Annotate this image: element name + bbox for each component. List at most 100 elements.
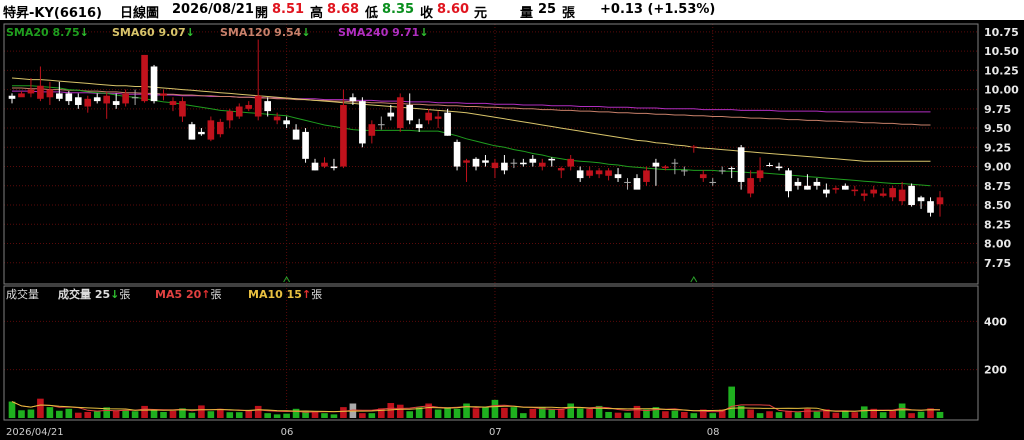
candle-body xyxy=(65,93,73,102)
candle-body xyxy=(396,97,404,129)
candle-body xyxy=(56,93,63,99)
low-label: 低 xyxy=(365,6,379,20)
volume-bar xyxy=(747,409,754,418)
volume-label: 量 xyxy=(520,6,534,20)
volume-unit: 張 xyxy=(562,6,576,20)
volume-bar xyxy=(27,409,35,418)
candle-body xyxy=(27,89,35,94)
candle-body xyxy=(160,93,167,96)
volume-bar xyxy=(898,403,906,418)
volume-bar xyxy=(889,410,896,418)
candle-body xyxy=(595,170,603,175)
volume-bar xyxy=(775,412,783,418)
volume-bar xyxy=(586,408,593,418)
legend-sma60: SMA60 9.07↓ xyxy=(112,26,195,39)
candle-body xyxy=(330,166,338,169)
candle-body xyxy=(889,188,896,198)
volume-value: 25 xyxy=(538,2,557,17)
price-tick-label: 10.75 xyxy=(984,26,1019,39)
triangle-marker-icon xyxy=(690,276,698,283)
candle-body xyxy=(538,162,546,167)
candle-body xyxy=(870,189,878,194)
volume-bar xyxy=(217,408,224,418)
price-tick-label: 10.50 xyxy=(984,45,1019,58)
legend-sma240: SMA240 9.71↓ xyxy=(338,26,429,39)
price-tick-label: 9.00 xyxy=(984,161,1011,174)
volume-tick-label: 200 xyxy=(984,364,1007,377)
candle-body xyxy=(217,121,224,135)
price-tick-label: 10.00 xyxy=(984,84,1019,97)
volume-bar xyxy=(860,406,868,418)
volume-bar xyxy=(321,413,328,418)
candle-body xyxy=(860,193,868,196)
candle-body xyxy=(605,170,612,176)
candle-body xyxy=(662,166,669,169)
price-tick-label: 7.75 xyxy=(984,257,1011,270)
open-label: 開 xyxy=(255,6,269,20)
candle-body xyxy=(633,178,641,190)
volume-bar xyxy=(567,403,575,418)
candle-body xyxy=(179,101,186,117)
candle-body xyxy=(453,141,461,167)
candle-body xyxy=(737,147,745,182)
low-value: 8.35 xyxy=(382,2,415,17)
volume-legend-title: 成交量 xyxy=(6,287,39,301)
candle-body xyxy=(37,85,44,99)
candle-body xyxy=(425,112,432,121)
volume-bar xyxy=(756,413,764,418)
candle-body xyxy=(122,93,129,104)
volume-bar xyxy=(482,407,489,418)
volume-legend-item: 成交量 25↓張 xyxy=(58,287,130,301)
legend-arrow-icon: ↓ xyxy=(110,288,119,301)
candle-body xyxy=(74,97,82,105)
candle-body xyxy=(624,181,631,183)
volume-bar xyxy=(605,411,612,418)
volume-bar xyxy=(37,398,44,418)
volume-bar xyxy=(576,408,584,418)
candle-body xyxy=(766,165,773,167)
volume-bar xyxy=(529,408,537,418)
volume-bar xyxy=(198,405,205,418)
candle-body xyxy=(936,197,944,205)
price-tick-label: 9.25 xyxy=(984,141,1011,154)
candle-body xyxy=(444,112,451,136)
volume-bar xyxy=(65,408,73,418)
volume-bar xyxy=(463,403,470,418)
volume-bar xyxy=(709,413,717,418)
volume-bar xyxy=(235,412,243,418)
volume-bar xyxy=(273,414,281,418)
volume-bar xyxy=(548,409,556,418)
legend-sma120: SMA120 9.54↓ xyxy=(220,26,311,39)
candle-body xyxy=(188,124,196,140)
volume-bar xyxy=(917,411,925,418)
candle-body xyxy=(254,95,262,117)
volume-panel-frame xyxy=(3,285,979,421)
candle-body xyxy=(482,160,489,163)
volume-bar xyxy=(311,411,319,418)
quote-date: 2026/08/21 xyxy=(172,2,254,17)
candle-body xyxy=(198,131,205,135)
candle-body xyxy=(434,116,442,119)
candle-body xyxy=(245,104,253,109)
volume-bar xyxy=(245,410,253,418)
candle-body xyxy=(302,131,309,159)
candle-body xyxy=(879,193,887,196)
candle-body xyxy=(377,124,385,126)
volume-bar xyxy=(624,412,631,418)
candle-body xyxy=(756,170,764,179)
volume-bar xyxy=(292,408,300,418)
volume-bar xyxy=(18,410,25,418)
price-tick-label: 9.50 xyxy=(984,122,1011,135)
candle-body xyxy=(917,197,925,202)
candle-body xyxy=(368,124,376,136)
volume-bar xyxy=(150,409,158,418)
legend-arrow-icon: ↑ xyxy=(302,288,311,301)
volume-bar xyxy=(851,412,859,418)
legend-arrow-icon: ↓ xyxy=(80,26,89,39)
grid xyxy=(4,24,978,420)
volume-legend-item: MA10 15↑張 xyxy=(248,288,322,301)
volume-bar xyxy=(444,407,451,418)
legend-arrow-icon: ↓ xyxy=(301,26,310,39)
volume-bar xyxy=(406,411,414,418)
volume-bar xyxy=(728,386,735,418)
